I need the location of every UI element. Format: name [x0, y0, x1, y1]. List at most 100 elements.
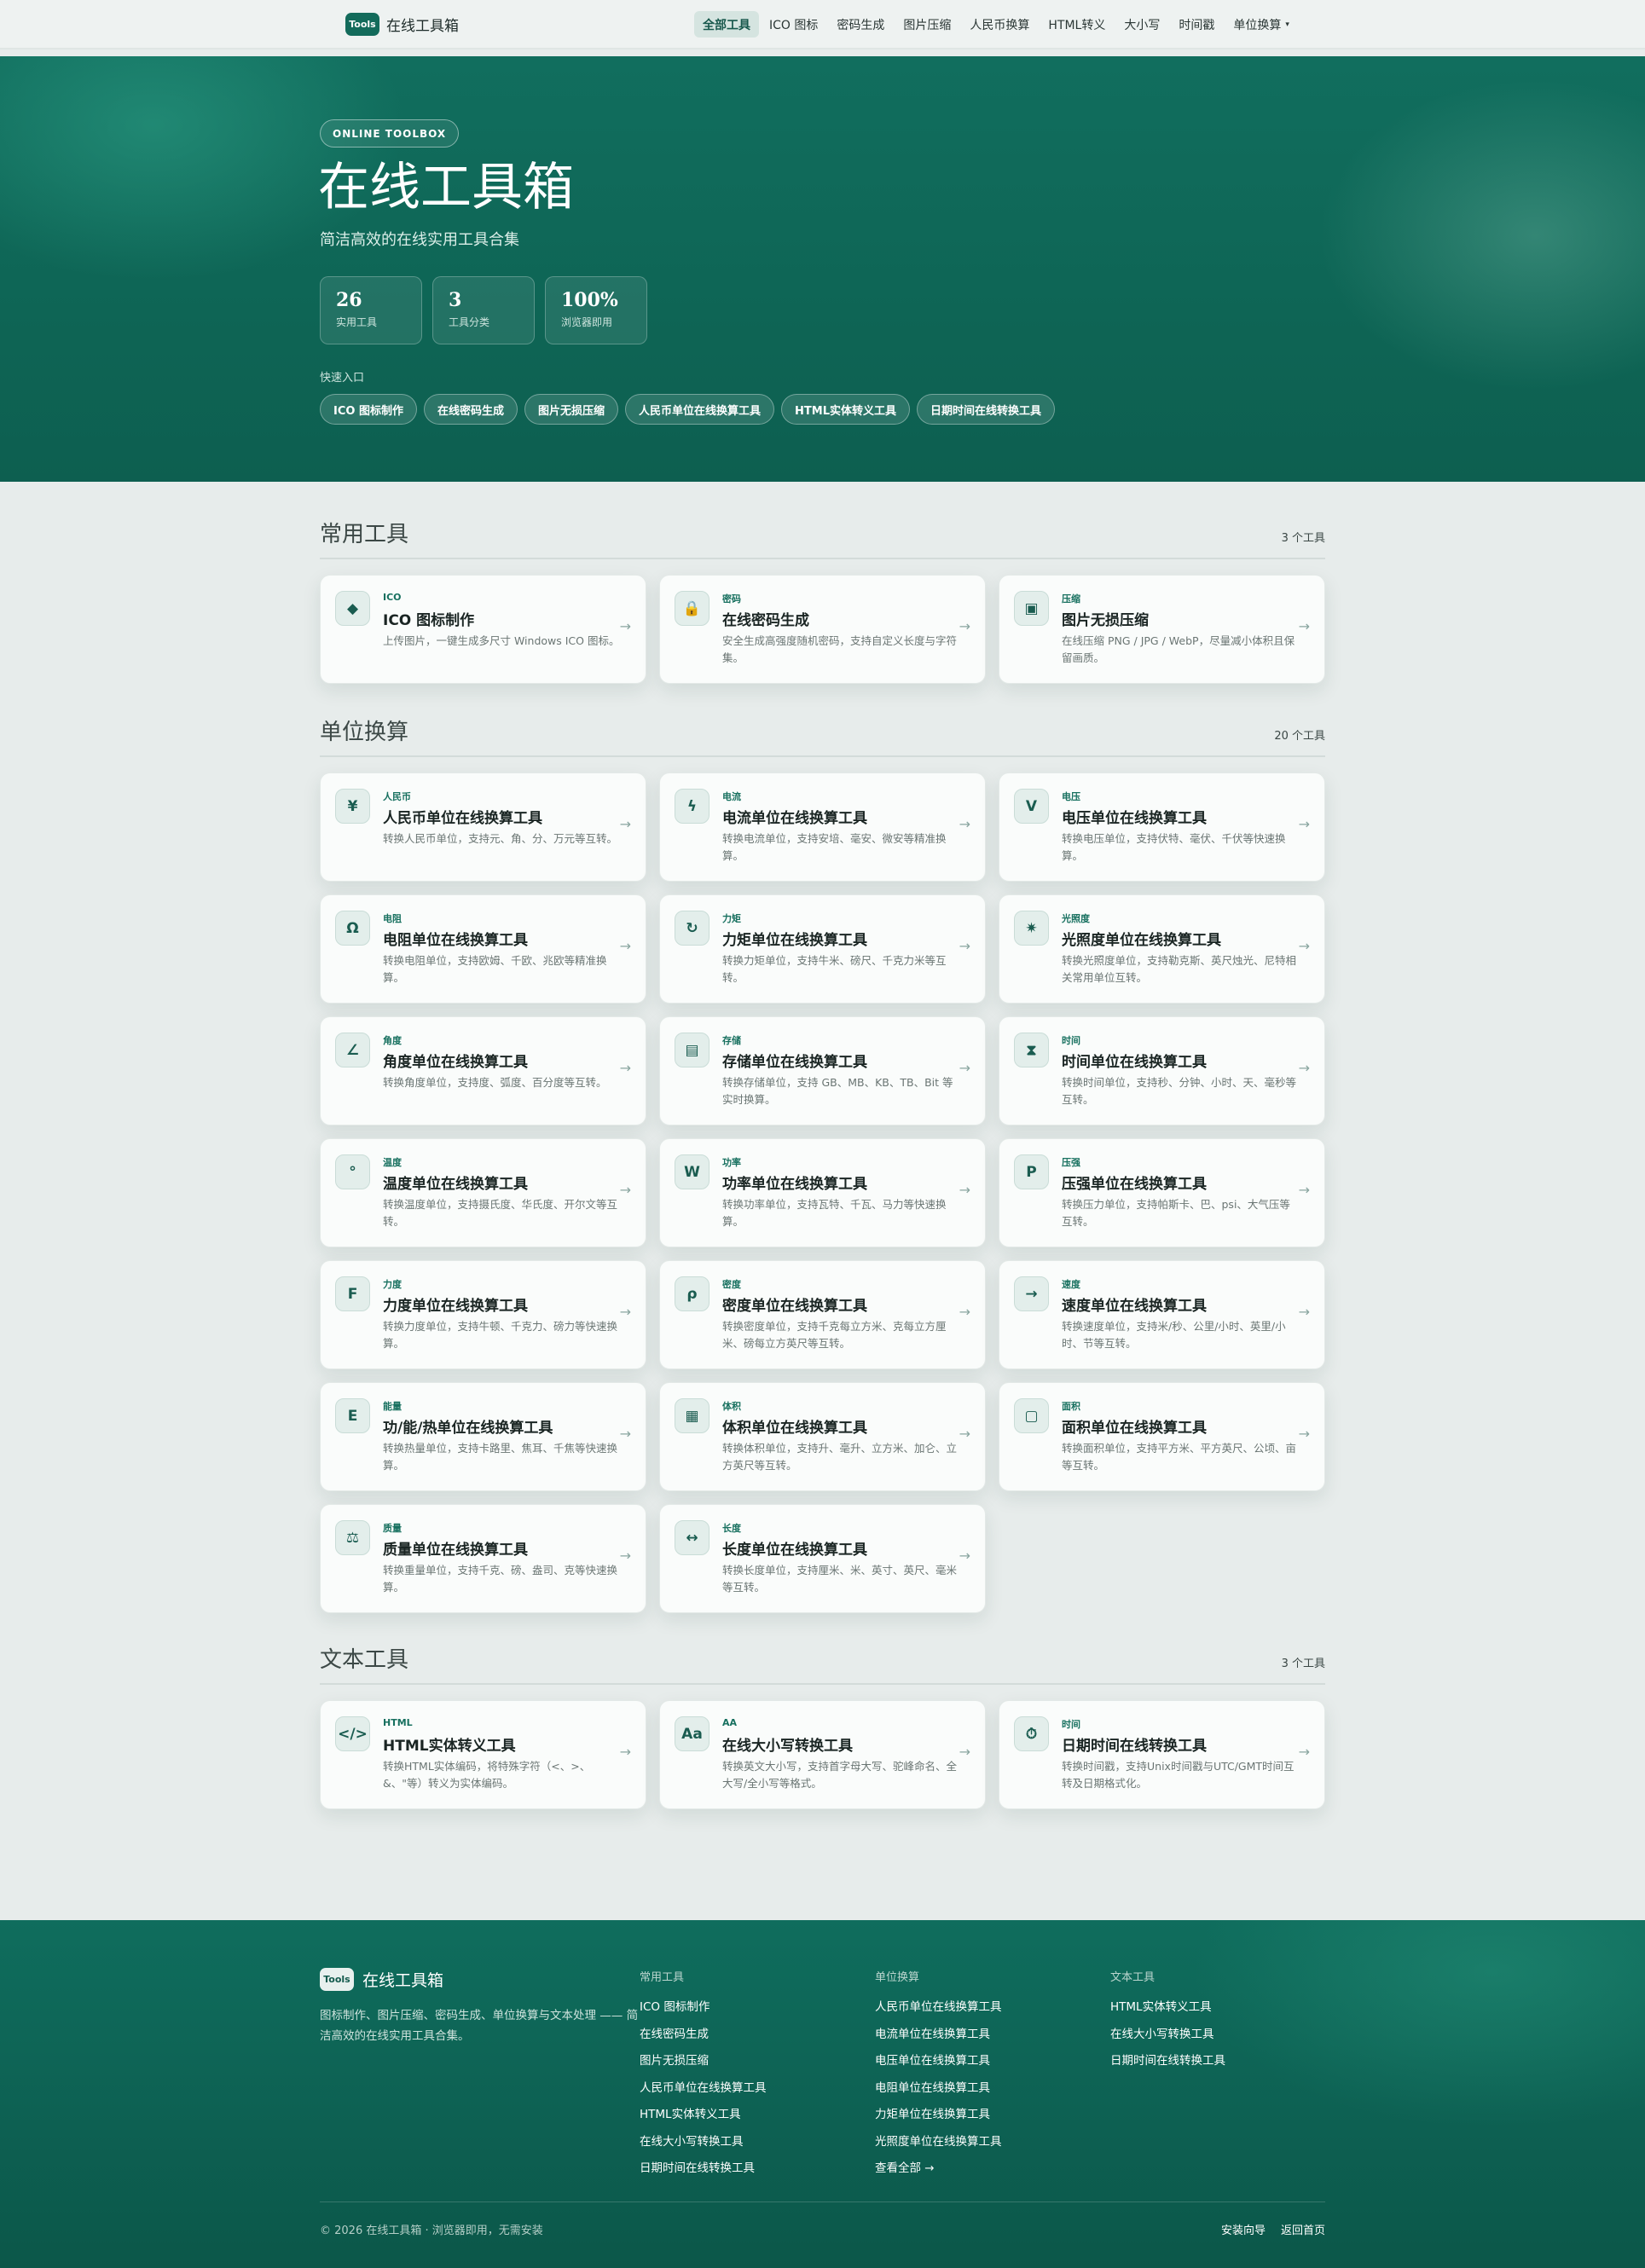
tool-card[interactable]: ϟ 电流 电流单位在线换算工具 转换电流单位，支持安培、毫安、微安等精准换算。 →: [659, 772, 986, 882]
tool-card[interactable]: ◆ ICO ICO 图标制作 上传图片，一键生成多尺寸 Windows ICO 图标。…: [320, 575, 646, 684]
tool-title: ICO 图标制作: [383, 612, 475, 629]
stat-value: 100%: [561, 289, 618, 311]
tool-title: 速度单位在线换算工具: [1062, 1298, 1207, 1315]
tool-card[interactable]: ⚖ 质量 质量单位在线换算工具 转换重量单位，支持千克、磅、盎司、克等快速换算。 →: [320, 1504, 646, 1613]
tool-category: 功率: [722, 1157, 741, 1168]
tool-card[interactable]: ▦ 体积 体积单位在线换算工具 转换体积单位，支持升、毫升、立方米、加仑、立方英尺等互…: [659, 1382, 986, 1491]
tool-description: 转换热量单位，支持卡路里、焦耳、千焦等快速换算。: [383, 1442, 618, 1472]
nav-link[interactable]: HTML转义: [1040, 11, 1114, 38]
quick-link-chip[interactable]: 人民币单位在线换算工具: [625, 394, 775, 425]
tool-card[interactable]: ° 温度 温度单位在线换算工具 转换温度单位，支持摄氏度、华氏度、开尔文等互转。 →: [320, 1138, 646, 1247]
tool-card[interactable]: V 电压 电压单位在线换算工具 转换电压单位，支持伏特、毫伏、千伏等快速换算。 →: [999, 772, 1325, 882]
quick-link-chip[interactable]: HTML实体转义工具: [781, 394, 910, 425]
tool-card[interactable]: Ω 电阻 电阻单位在线换算工具 转换电阻单位，支持欧姆、千欧、兆欧等精准换算。 →: [320, 894, 646, 1004]
section-header: 文本工具 3 个工具: [320, 1642, 1325, 1685]
nav-link[interactable]: 时间戳: [1170, 11, 1223, 38]
watt-icon: W: [675, 1154, 710, 1189]
nav-link[interactable]: 图片压缩: [895, 11, 959, 38]
tool-card[interactable]: 🔒 密码 在线密码生成 安全生成高强度随机密码，支持自定义长度与字符集。 →: [659, 575, 986, 684]
footer-link[interactable]: 图片无损压缩: [640, 2051, 767, 2078]
footer-link[interactable]: ICO 图标制作: [640, 1997, 767, 2024]
arrow-right-icon: →: [1298, 938, 1310, 954]
footer-link[interactable]: HTML实体转义工具: [1110, 1997, 1225, 2024]
footer-link[interactable]: 光照度单位在线换算工具: [875, 2132, 1002, 2159]
section-header: 单位换算 20 个工具: [320, 715, 1325, 757]
section-count: 3 个工具: [1281, 532, 1325, 545]
tool-category: 力矩: [722, 913, 741, 924]
tool-card[interactable]: ▣ 压缩 图片无损压缩 在线压缩 PNG / JPG / WebP，尽量减小体积且保留…: [999, 575, 1325, 684]
quick-link-chip[interactable]: 图片无损压缩: [524, 394, 618, 425]
tool-title: 光照度单位在线换算工具: [1062, 932, 1221, 949]
quick-link-chip[interactable]: 在线密码生成: [423, 394, 518, 425]
tool-title: 密度单位在线换算工具: [722, 1298, 867, 1315]
footer-column-title: 文本工具: [1110, 1971, 1156, 1984]
quick-link-chip[interactable]: ICO 图标制作: [320, 394, 417, 425]
footer-link[interactable]: 日期时间在线转换工具: [640, 2158, 767, 2185]
tool-card[interactable]: ¥ 人民币 人民币单位在线换算工具 转换人民币单位，支持元、角、分、万元等互转。 →: [320, 772, 646, 882]
arrow-right-icon: →: [959, 816, 970, 832]
nav-link[interactable]: 人民币换算: [961, 11, 1038, 38]
tool-title: 电压单位在线换算工具: [1062, 810, 1207, 827]
footer-link[interactable]: 电压单位在线换算工具: [875, 2051, 1002, 2078]
square-icon: ▢: [1014, 1398, 1049, 1433]
tool-title: 图片无损压缩: [1062, 612, 1149, 629]
nav-link[interactable]: 密码生成: [828, 11, 893, 38]
footer-link[interactable]: 人民币单位在线换算工具: [640, 2078, 767, 2105]
footer-link[interactable]: 力矩单位在线换算工具: [875, 2104, 1002, 2132]
tool-title: 力矩单位在线换算工具: [722, 932, 867, 949]
tool-category: 体积: [722, 1401, 741, 1412]
tool-title: 力度单位在线换算工具: [383, 1298, 528, 1315]
rotate-icon: ↻: [675, 911, 710, 946]
footer-link[interactable]: 在线密码生成: [640, 2024, 767, 2051]
tool-card[interactable]: ∠ 角度 角度单位在线换算工具 转换角度单位，支持度、弧度、百分度等互转。 →: [320, 1016, 646, 1125]
tool-card[interactable]: ↻ 力矩 力矩单位在线换算工具 转换力矩单位，支持牛米、磅尺、千克力米等互转。 →: [659, 894, 986, 1004]
arrow-right-icon: →: [959, 938, 970, 954]
footer-brand-badge: Tools: [320, 1968, 354, 1991]
stat-card: 100% 浏览器即用: [545, 276, 647, 344]
tool-card[interactable]: F 力度 力度单位在线换算工具 转换力度单位，支持牛顿、千克力、磅力等快速换算。 →: [320, 1260, 646, 1369]
storage-icon: ▤: [675, 1033, 710, 1067]
footer-description: 图标制作、图片压缩、密码生成、单位换算与文本处理 —— 简洁高效的在线实用工具合…: [320, 2009, 639, 2043]
tool-card[interactable]: E 能量 功/能/热单位在线换算工具 转换热量单位，支持卡路里、焦耳、千焦等快速换算。…: [320, 1382, 646, 1491]
nav-link[interactable]: ICO 图标: [761, 11, 826, 38]
quick-links-label: 快速入口: [320, 372, 365, 385]
footer-link[interactable]: 在线大小写转换工具: [1110, 2024, 1225, 2051]
tool-card[interactable]: ▢ 面积 面积单位在线换算工具 转换面积单位，支持平方米、平方英尺、公顷、亩等互转。 →: [999, 1382, 1325, 1491]
tool-category: ICO: [383, 592, 402, 603]
footer-brand[interactable]: Tools 在线工具箱: [320, 1968, 443, 1991]
tool-card[interactable]: ⏱ 时间 日期时间在线转换工具 转换时间戳，支持Unix时间戳与UTC/GMT时间互转…: [999, 1700, 1325, 1809]
hero-subtitle: 简洁高效的在线实用工具合集: [320, 231, 519, 249]
tool-card[interactable]: ✷ 光照度 光照度单位在线换算工具 转换光照度单位，支持勒克斯、英尺烛光、尼特相关常用…: [999, 894, 1325, 1004]
tool-card[interactable]: W 功率 功率单位在线换算工具 转换功率单位，支持瓦特、千瓦、马力等快速换算。 →: [659, 1138, 986, 1247]
footer-link[interactable]: 在线大小写转换工具: [640, 2132, 767, 2159]
lightning-icon: ϟ: [675, 789, 710, 824]
tool-card[interactable]: → 速度 速度单位在线换算工具 转换速度单位，支持米/秒、公里/小时、英里/小时、节等…: [999, 1260, 1325, 1369]
footer-link[interactable]: 人民币单位在线换算工具: [875, 1997, 1002, 2024]
tool-card[interactable]: P 压强 压强单位在线换算工具 转换压力单位，支持帕斯卡、巴、psi、大气压等互转。 →: [999, 1138, 1325, 1247]
volt-icon: V: [1014, 789, 1049, 824]
nav-link[interactable]: 大小写: [1115, 11, 1168, 38]
footer-home-link[interactable]: 返回首页: [1281, 2221, 1325, 2237]
tool-description: 转换电阻单位，支持欧姆、千欧、兆欧等精准换算。: [383, 954, 607, 984]
nav-link[interactable]: 单位换算 ▾: [1225, 11, 1298, 38]
footer-install-link[interactable]: 安装向导: [1221, 2221, 1266, 2237]
footer-link[interactable]: 查看全部 →: [875, 2158, 1002, 2185]
footer-link[interactable]: HTML实体转义工具: [640, 2104, 767, 2132]
quick-link-chip[interactable]: 日期时间在线转换工具: [916, 394, 1055, 425]
brand-name: 在线工具箱: [386, 18, 459, 35]
tool-card[interactable]: ▤ 存储 存储单位在线换算工具 转换存储单位，支持 GB、MB、KB、TB、Bit 等…: [659, 1016, 986, 1125]
nav-link[interactable]: 全部工具: [694, 11, 759, 38]
footer-link[interactable]: 电阻单位在线换算工具: [875, 2078, 1002, 2105]
tool-card[interactable]: Aa AA 在线大小写转换工具 转换英文大小写，支持首字母大写、驼峰命名、全大写/全小…: [659, 1700, 986, 1809]
footer-link[interactable]: 电流单位在线换算工具: [875, 2024, 1002, 2051]
tool-card[interactable]: ⧗ 时间 时间单位在线换算工具 转换时间单位，支持秒、分钟、小时、天、毫秒等互转。 →: [999, 1016, 1325, 1125]
tool-category: 速度: [1062, 1279, 1080, 1290]
tool-category: 电阻: [383, 913, 402, 924]
arrow-right-icon: →: [959, 1304, 970, 1320]
tool-card[interactable]: </> HTML HTML实体转义工具 转换HTML实体编码，将特殊字符（<、>、&、…: [320, 1700, 646, 1809]
tool-title: 温度单位在线换算工具: [383, 1176, 528, 1193]
brand-logo[interactable]: Tools 在线工具箱: [345, 13, 459, 36]
tool-card[interactable]: ↔ 长度 长度单位在线换算工具 转换长度单位，支持厘米、米、英寸、英尺、毫米等互转。 →: [659, 1504, 986, 1613]
footer-link[interactable]: 日期时间在线转换工具: [1110, 2051, 1225, 2078]
tool-card[interactable]: ρ 密度 密度单位在线换算工具 转换密度单位，支持千克每立方米、克每立方厘米、磅每立方…: [659, 1260, 986, 1369]
